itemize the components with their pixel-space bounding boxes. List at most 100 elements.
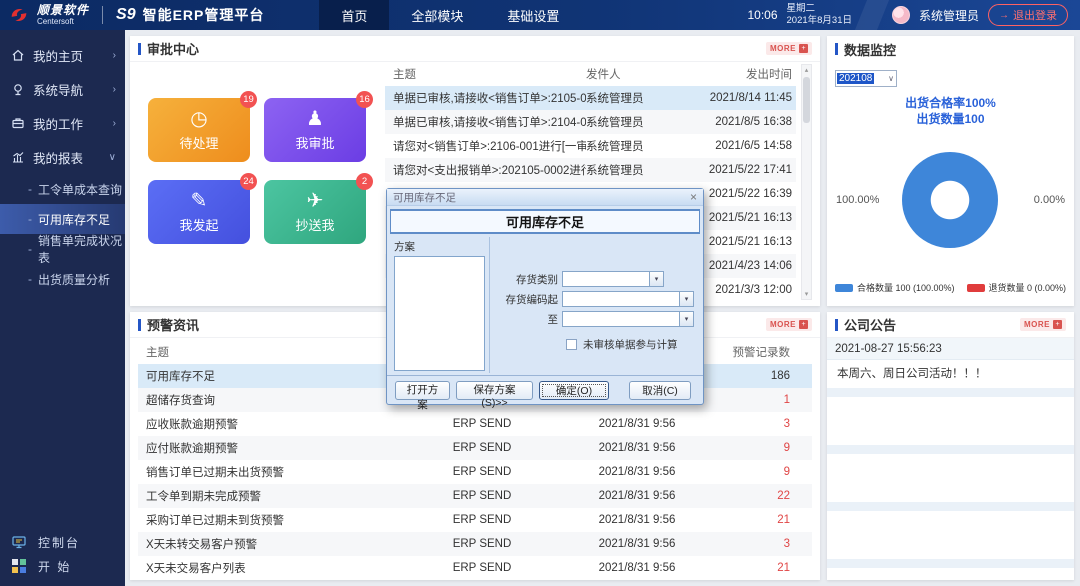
code-from-dropdown-icon[interactable]: ▾ — [680, 291, 694, 307]
tile-my-approvals[interactable]: 16 ♟ 我审批 — [264, 91, 373, 162]
row-time: 2021/8/31 9:56 — [598, 418, 676, 430]
product-title: 智能ERP管理平台 — [142, 7, 265, 23]
open-scheme-button[interactable]: 打开方案 — [395, 380, 451, 411]
approval-tiles: 19 ◷ 待处理 16 ♟ 我审批 24 ✎ 我发起 2 ✈ 抄送我 — [148, 91, 373, 244]
scroll-down-icon[interactable]: ▾ — [802, 290, 811, 298]
scheme-listbox[interactable] — [394, 256, 485, 371]
logout-button[interactable]: → 退出登录 — [988, 4, 1068, 26]
code-to-dropdown-icon[interactable]: ▾ — [680, 311, 694, 327]
top-nav: 首页 全部模块 基础设置 — [319, 0, 581, 30]
row-count: 3 — [783, 538, 790, 550]
sidebar-item-reports[interactable]: 我的报表 ∨ — [0, 140, 125, 174]
period-value: 202108 — [837, 73, 875, 84]
col-subject: 主题 — [146, 347, 169, 359]
sidebar-item-navigation[interactable]: 系统导航 › — [0, 72, 125, 106]
row-time: 2021/5/22 17:41 — [708, 164, 792, 176]
approval-row[interactable]: 请您对<支出报销单>:202105-0002进行[审核] 系统管理员 2021/… — [385, 158, 796, 182]
company-logo-icon — [11, 8, 27, 22]
sidebar-item-home[interactable]: 我的主页 › — [0, 38, 125, 72]
chevron-down-icon: ∨ — [108, 151, 116, 163]
approval-row[interactable]: 单据已审核,请接收<销售订单>:2105-001 系统管理员 2021/8/14… — [385, 86, 796, 110]
row-subject: 超储存货查询 — [146, 395, 215, 407]
nav-all-modules[interactable]: 全部模块 — [389, 0, 485, 30]
category-input[interactable] — [562, 271, 650, 287]
code-from-input[interactable] — [562, 291, 680, 307]
alerts-more-button[interactable]: MORE + — [766, 318, 812, 331]
pass-rate-line: 出货合格率100% — [905, 96, 996, 110]
console-button[interactable]: 控制台 — [0, 530, 125, 554]
chevron-right-icon: › — [112, 49, 116, 61]
alert-row[interactable]: X天未交易客户列表 ERP SEND 2021/8/31 9:56 21 — [138, 556, 812, 578]
category-dropdown-icon[interactable]: ▾ — [650, 271, 664, 287]
announcement-text[interactable]: 本周六、周日公司活动！！！ — [827, 360, 1074, 386]
tile-label: 抄送我 — [295, 218, 335, 233]
start-button[interactable]: 开 始 — [0, 554, 125, 578]
topbar: 顺景软件 Centersoft S9 智能ERP管理平台 首页 全部模块 基础设… — [0, 0, 1080, 30]
alert-row[interactable]: 销售订单已过期未出货预警 ERP SEND 2021/8/31 9:56 9 — [138, 460, 812, 484]
row-count: 9 — [783, 442, 790, 454]
alert-row[interactable]: 应付账款逾期预警 ERP SEND 2021/8/31 9:56 9 — [138, 436, 812, 460]
code-to-input[interactable] — [562, 311, 680, 327]
sidebar-submenu: 工令单成本查询 可用库存不足 销售单完成状况表 出货质量分析 — [0, 174, 125, 294]
scroll-up-icon[interactable]: ▴ — [802, 66, 811, 74]
cancel-button[interactable]: 取消(C) — [629, 380, 691, 400]
announcements-card: 公司公告 MORE + 2021-08-27 15:56:23 本周六、周日公司… — [827, 312, 1074, 580]
row-time: 2021/6/5 14:58 — [715, 140, 792, 152]
alert-row[interactable]: 工令单到期未完成预警 ERP SEND 2021/8/31 9:56 22 — [138, 484, 812, 508]
row-count: 22 — [777, 490, 790, 502]
row-subject: 单据已审核,请接收<销售订单>:2104-002 — [393, 117, 586, 129]
alerts-title: 预警资讯 — [147, 318, 200, 333]
ok-button[interactable]: 确定(O) — [539, 380, 609, 400]
row-subject: 应付账款逾期预警 — [146, 443, 238, 455]
row-sender: ERP SEND — [452, 442, 512, 454]
tile-initiated-by-me[interactable]: 24 ✎ 我发起 — [148, 173, 257, 244]
nav-basic-settings[interactable]: 基础设置 — [485, 0, 581, 30]
user-avatar[interactable] — [891, 6, 910, 24]
unaudited-checkbox[interactable] — [566, 339, 577, 350]
close-icon[interactable]: × — [690, 191, 697, 203]
start-squares-icon — [12, 559, 26, 573]
sidebar-subitem[interactable]: 销售单完成状况表 — [0, 234, 125, 265]
alert-row[interactable]: 采购订单已过期未到货预警 ERP SEND 2021/8/31 9:56 21 — [138, 508, 812, 532]
announce-title: 公司公告 — [844, 318, 897, 333]
username-label: 系统管理员 — [918, 8, 979, 23]
brand-name-en: Centersoft — [37, 17, 74, 26]
tile-pending[interactable]: 19 ◷ 待处理 — [148, 91, 257, 162]
legend-swatch-red — [966, 283, 985, 292]
approval-row[interactable]: 单据已审核,请接收<销售订单>:2104-002 系统管理员 2021/8/5 … — [385, 110, 796, 134]
sidebar-subitem[interactable]: 出货质量分析 — [0, 264, 125, 294]
monitor-title: 数据监控 — [844, 42, 897, 58]
announcement-empty-rows — [827, 388, 1074, 578]
alert-row[interactable]: X天未转交易客户预警 ERP SEND 2021/8/31 9:56 3 — [138, 532, 812, 556]
legend-label: 合格数量 100 (100.00%) — [856, 283, 955, 293]
nav-home[interactable]: 首页 — [319, 0, 390, 30]
save-scheme-button[interactable]: 保存方案(S)>> — [456, 380, 533, 409]
approval-scrollbar[interactable]: ▴ ▾ — [801, 64, 812, 300]
announce-more-button[interactable]: MORE + — [1020, 318, 1066, 331]
more-icon: + — [799, 320, 808, 329]
row-count: 21 — [777, 562, 790, 574]
dialog-titlebar[interactable]: 可用库存不足 × — [387, 189, 703, 206]
approval-row[interactable]: 请您对<销售订单>:2106-001进行[一审] 系统管理员 2021/6/5 … — [385, 134, 796, 158]
data-monitor-card: 数据监控 202108 ∨ 出货合格率100% 出货数量100 100.00% … — [827, 36, 1074, 306]
tile-cc-to-me[interactable]: 2 ✈ 抄送我 — [264, 173, 373, 244]
sidebar-subitem[interactable]: 工令单成本查询 — [0, 174, 125, 204]
more-icon: + — [799, 44, 808, 53]
donut-left-percent: 100.00% — [836, 194, 880, 206]
period-select[interactable]: 202108 ∨ — [835, 70, 897, 87]
row-sender: ERP SEND — [452, 418, 512, 430]
pending-clock-icon: ◷ — [190, 108, 208, 130]
brand-divider — [102, 6, 104, 24]
row-count: 3 — [783, 418, 790, 430]
scroll-thumb[interactable] — [803, 77, 810, 123]
row-time: 2021/8/31 9:56 — [598, 514, 676, 526]
sidebar-item-label: 我的工作 — [33, 117, 84, 132]
section-accent-bar — [835, 43, 838, 55]
approval-title: 审批中心 — [147, 42, 200, 57]
approval-more-button[interactable]: MORE + — [766, 42, 812, 55]
row-time: 2021/8/14 11:45 — [709, 92, 792, 104]
sidebar: 我的主页 › 系统导航 › 我的工作 › 我的报表 ∨ 工令单成本查询 — [0, 30, 125, 586]
alert-row[interactable]: 应收账款逾期预警 ERP SEND 2021/8/31 9:56 3 — [138, 412, 812, 436]
sidebar-subitem[interactable]: 可用库存不足 — [0, 204, 125, 234]
sidebar-item-work[interactable]: 我的工作 › — [0, 106, 125, 140]
